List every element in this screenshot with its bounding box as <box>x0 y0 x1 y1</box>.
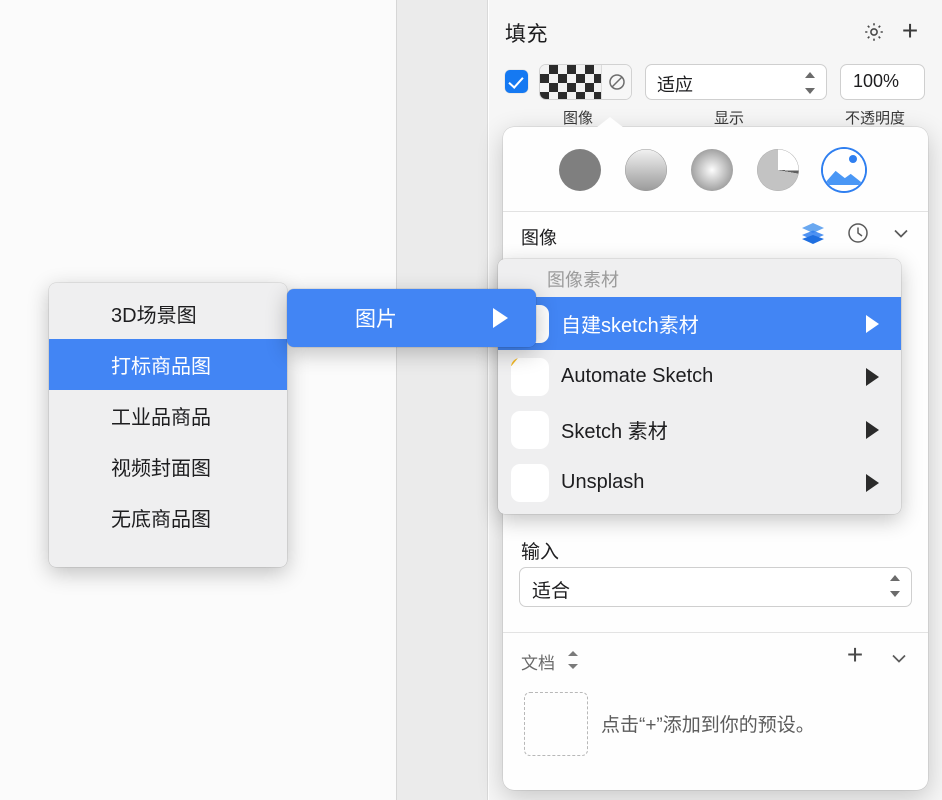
chevron-down-icon[interactable] <box>890 222 912 249</box>
image-fill-icon <box>823 149 865 191</box>
layers-icon[interactable] <box>800 221 826 250</box>
thumbnail-tagged-product <box>62 347 98 383</box>
chevron-down-icon[interactable] <box>888 647 910 674</box>
photo-icon <box>511 411 549 449</box>
sublabel-display: 显示 <box>714 107 744 128</box>
checkerboard-swatch[interactable] <box>540 65 601 99</box>
fill-mode-select[interactable]: 适应 <box>645 64 827 100</box>
menu-header: 图像素材 <box>498 263 901 297</box>
menu-item-label: 工业品商品 <box>111 401 211 430</box>
sublabel-image: 图像 <box>563 107 593 128</box>
menu-item-transparent-product[interactable]: 无底商品图 <box>49 492 287 543</box>
add-fill-button[interactable]: + <box>898 20 922 44</box>
document-section-label: 文档 <box>521 649 555 674</box>
fill-opacity-value: 100% <box>853 71 899 92</box>
preset-empty-slot[interactable] <box>524 692 588 756</box>
preset-empty-message: 点击“+”添加到你的预设。 <box>601 710 815 737</box>
menu-item-automate-sketch[interactable]: Automate Sketch <box>498 350 901 403</box>
image-section-actions <box>800 221 912 250</box>
canvas-gutter <box>396 0 488 800</box>
fill-type-linear-gradient[interactable] <box>625 149 667 191</box>
menu-item-tagged-product[interactable]: 打标商品图 <box>49 339 287 390</box>
clock-icon[interactable] <box>846 221 870 250</box>
chevron-updown-icon[interactable] <box>890 575 902 597</box>
fill-mode-value: 适应 <box>657 71 693 97</box>
fill-type-angular-gradient[interactable] <box>757 149 799 191</box>
fill-popover: 图像 图像素材 <box>503 127 928 790</box>
menu-item-label: 自建sketch素材 <box>561 309 699 338</box>
sublabel-opacity: 不透明度 <box>845 107 905 128</box>
page-title: 填充 <box>505 18 548 48</box>
menu-item-sketch-assets[interactable]: Sketch 素材 <box>498 403 901 456</box>
preset-folder-menu: 3D场景图 打标商品图 工业品商品 视频封面图 无底商品图 <box>49 283 287 567</box>
diamond-icon <box>511 358 549 396</box>
thumbnail-3d-scene <box>62 296 98 332</box>
no-fill-icon[interactable] <box>601 65 631 99</box>
fill-enabled-checkbox[interactable] <box>505 70 528 93</box>
menu-item-label: 3D场景图 <box>111 299 197 328</box>
thumbnail-video-cover <box>62 449 98 485</box>
menu-item-pictures[interactable]: 图片 <box>287 289 536 347</box>
submenu-arrow-icon <box>493 308 508 328</box>
chevron-updown-icon[interactable] <box>805 72 817 94</box>
input-mode-value: 适合 <box>532 576 570 603</box>
menu-item-label: Automate Sketch <box>561 365 713 388</box>
menu-item-unsplash[interactable]: Unsplash <box>498 456 901 509</box>
submenu-arrow-icon <box>866 474 879 492</box>
unsplash-icon <box>511 464 549 502</box>
fill-type-image[interactable] <box>823 149 865 191</box>
fill-type-selector <box>503 127 928 212</box>
fill-type-radial-gradient[interactable] <box>691 149 733 191</box>
menu-item-video-cover[interactable]: 视频封面图 <box>49 441 287 492</box>
submenu-arrow-icon <box>866 315 879 333</box>
fill-row: 适应 100% <box>489 60 942 104</box>
menu-item-label: Unsplash <box>561 471 644 494</box>
fill-type-solid[interactable] <box>559 149 601 191</box>
fill-sublabels: 图像 显示 不透明度 <box>489 107 942 127</box>
fill-inspector-panel: 填充 + 适应 100% 图像 显示 不透明度 <box>489 0 942 800</box>
thumbnail-industrial-product <box>62 398 98 434</box>
fill-opacity-field[interactable]: 100% <box>840 64 925 100</box>
thumbnail-transparent-product <box>62 500 98 536</box>
menu-item-custom-sketch-assets[interactable]: 自建sketch素材 <box>498 297 901 350</box>
input-mode-select[interactable]: 适合 <box>519 567 912 607</box>
document-scope-stepper[interactable] <box>568 651 579 669</box>
menu-item-label: 图片 <box>355 303 397 333</box>
photo-icon <box>305 300 341 336</box>
fill-color-well[interactable] <box>539 64 632 100</box>
menu-item-label: 打标商品图 <box>111 350 211 379</box>
menu-item-label: Sketch 素材 <box>561 415 668 444</box>
submenu-arrow-icon <box>866 368 879 386</box>
image-asset-menu: 图像素材 自建sketch素材 Automate Sketch <box>498 259 901 514</box>
menu-item-label: 无底商品图 <box>111 503 211 532</box>
add-preset-button[interactable]: + <box>842 643 868 669</box>
menu-item-label: 视频封面图 <box>111 452 211 481</box>
section-divider <box>503 632 928 633</box>
input-section-label: 输入 <box>521 537 559 564</box>
menu-item-industrial-product[interactable]: 工业品商品 <box>49 390 287 441</box>
menu-item-3d-scene[interactable]: 3D场景图 <box>49 288 287 339</box>
gear-icon[interactable] <box>862 20 886 44</box>
submenu-arrow-icon <box>866 421 879 439</box>
image-section-label: 图像 <box>521 224 557 250</box>
